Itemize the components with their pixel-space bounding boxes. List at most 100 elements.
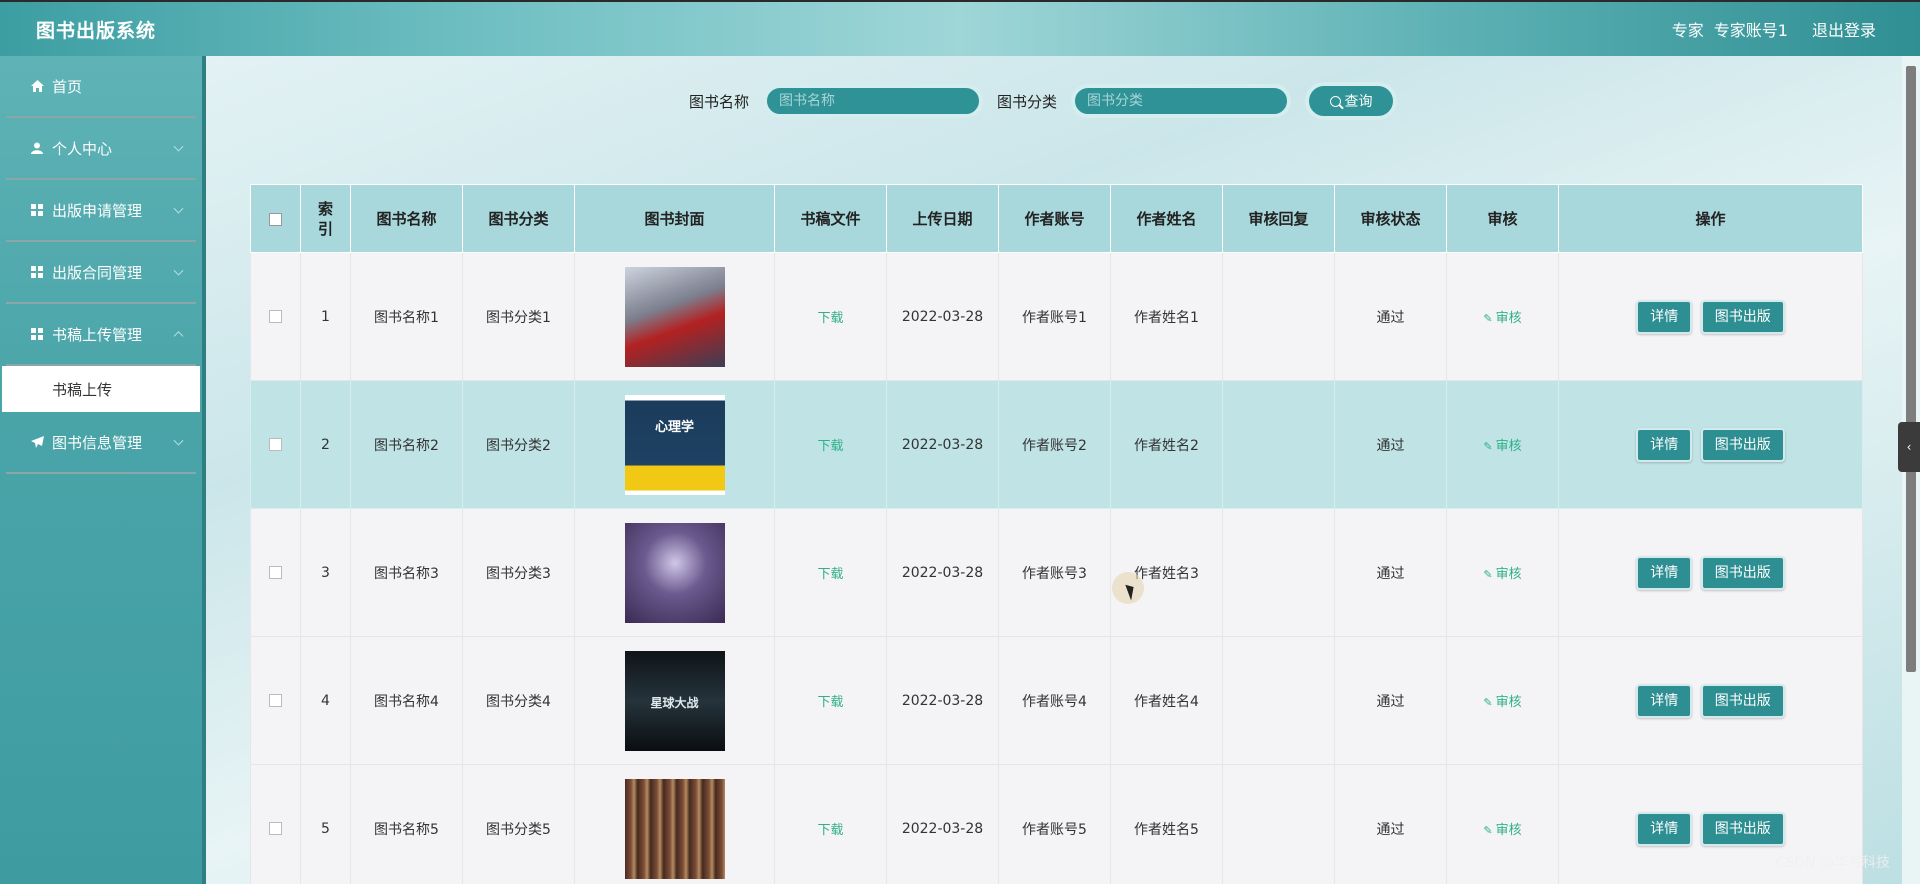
detail-button[interactable]: 详情 [1636,427,1693,462]
publish-button[interactable]: 图书出版 [1700,811,1785,846]
row-checkbox[interactable] [269,694,282,707]
sidebar-item-home[interactable]: 首页 [6,56,196,118]
sidebar-item-personal-center[interactable]: 个人中心 [6,118,196,180]
app-title: 图书出版系统 [36,19,157,42]
cover-title: 心理学 [654,419,694,435]
table-row: 3 图书名称3 图书分类3 下载 2022-03-28 作者账号3 作者姓名3 … [250,508,1863,637]
column-header: 审核 [1446,184,1559,253]
publish-button[interactable]: 图书出版 [1700,683,1785,718]
column-header: 审核回复 [1222,184,1335,253]
table-row: 5 图书名称5 图书分类5 下载 2022-03-28 作者账号5 作者姓名5 … [250,764,1863,884]
book-cover-image [624,778,725,879]
detail-button[interactable]: 详情 [1636,555,1693,590]
sidebar-subitem-manuscript-upload[interactable]: 书稿上传 [2,366,200,412]
cell-author-account: 作者账号3 [998,508,1111,637]
detail-button[interactable]: 详情 [1636,683,1693,718]
book-category-label: 图书分类 [997,92,1058,111]
book-cover-image: 心理学 [624,394,725,495]
watermark-text: CSDN @华月科技 [1775,855,1890,871]
send-icon [30,435,44,449]
download-link[interactable]: 下载 [817,567,843,582]
cell-index: 4 [300,636,351,765]
edit-icon: ✎ [1483,312,1493,325]
search-icon [1329,95,1341,107]
detail-button[interactable]: 详情 [1636,299,1693,334]
column-header: 图书名称 [350,184,463,253]
column-header: 作者账号 [998,184,1111,253]
column-header: 操作 [1558,184,1863,253]
scrollbar-thumb[interactable] [1906,66,1916,672]
audit-label: 审核 [1495,823,1522,838]
cell-audit-reply [1222,764,1335,884]
book-name-label: 图书名称 [688,92,749,111]
cell-index: 3 [300,508,351,637]
edit-icon: ✎ [1483,696,1493,709]
cell-audit-reply [1222,380,1335,509]
cell-author-account: 作者账号4 [998,636,1111,765]
publish-button[interactable]: 图书出版 [1700,427,1785,462]
audit-label: 审核 [1495,439,1522,454]
sidebar-item-publish-application[interactable]: 出版申请管理 [6,180,196,242]
sidebar-item-manuscript-upload-manage[interactable]: 书稿上传管理 [6,304,196,366]
search-button[interactable]: 查询 [1305,82,1398,120]
cell-category: 图书分类1 [462,252,575,381]
chevron-down-icon [173,435,184,446]
book-cover-image [624,266,725,367]
row-checkbox[interactable] [269,822,282,835]
select-all-checkbox[interactable] [269,212,282,226]
book-cover-image: 星球大战 [624,650,725,751]
book-cover-image [624,522,725,623]
cell-author-name: 作者姓名4 [1110,636,1223,765]
cell-author-account: 作者账号1 [998,252,1111,381]
grid-icon [30,327,44,341]
book-table: 索引 图书名称 图书分类 图书封面 书稿文件 上传日期 作者账号 作者姓名 审核… [250,184,1863,884]
cell-book-name: 图书名称5 [350,764,463,884]
cell-audit-status: 通过 [1334,508,1447,637]
download-link[interactable]: 下载 [817,823,843,838]
row-checkbox[interactable] [269,566,282,579]
cell-author-account: 作者账号5 [998,764,1111,884]
collapse-panel-icon[interactable]: ‹ [1898,422,1920,472]
cell-upload-date: 2022-03-28 [886,252,999,381]
audit-link[interactable]: ✎ 审核 [1483,695,1521,710]
cell-category: 图书分类3 [462,508,575,637]
download-link[interactable]: 下载 [817,695,843,710]
home-icon [30,79,44,93]
logout-link[interactable]: 退出登录 [1812,17,1876,41]
cell-book-name: 图书名称4 [350,636,463,765]
download-link[interactable]: 下载 [817,311,843,326]
book-category-input[interactable] [1071,84,1292,118]
download-link[interactable]: 下载 [817,439,843,454]
column-header: 图书封面 [574,184,775,253]
cell-audit-reply [1222,636,1335,765]
publish-button[interactable]: 图书出版 [1700,555,1785,590]
row-checkbox[interactable] [269,438,282,451]
edit-icon: ✎ [1483,568,1493,581]
cover-title: 星球大战 [650,695,699,710]
book-name-input[interactable] [763,84,983,118]
column-header: 书稿文件 [774,184,887,253]
sidebar-item-label: 书稿上传 [52,380,113,399]
cell-author-name: 作者姓名1 [1110,252,1223,381]
cell-index: 1 [300,252,351,381]
sidebar-item-label: 图书信息管理 [52,433,143,452]
row-checkbox[interactable] [269,310,282,323]
column-header: 上传日期 [886,184,999,253]
sidebar-item-label: 书稿上传管理 [52,325,143,344]
audit-link[interactable]: ✎ 审核 [1483,823,1521,838]
sidebar-item-book-info[interactable]: 图书信息管理 [6,412,196,474]
column-header: 审核状态 [1334,184,1447,253]
detail-button[interactable]: 详情 [1636,811,1693,846]
audit-link[interactable]: ✎ 审核 [1483,439,1521,454]
audit-link[interactable]: ✎ 审核 [1483,311,1521,326]
user-role: 专家 [1671,21,1704,40]
user-icon [30,141,44,155]
select-all-cell [250,184,301,253]
cell-upload-date: 2022-03-28 [886,380,999,509]
user-account: 专家账号1 [1713,21,1788,40]
audit-link[interactable]: ✎ 审核 [1483,567,1521,582]
cell-audit-status: 通过 [1334,380,1447,509]
publish-button[interactable]: 图书出版 [1700,299,1785,334]
main-content: 图书名称 图书分类 查询 索引 图书名称 图书分类 图书封面 [206,56,1920,884]
sidebar-item-publish-contract[interactable]: 出版合同管理 [6,242,196,304]
